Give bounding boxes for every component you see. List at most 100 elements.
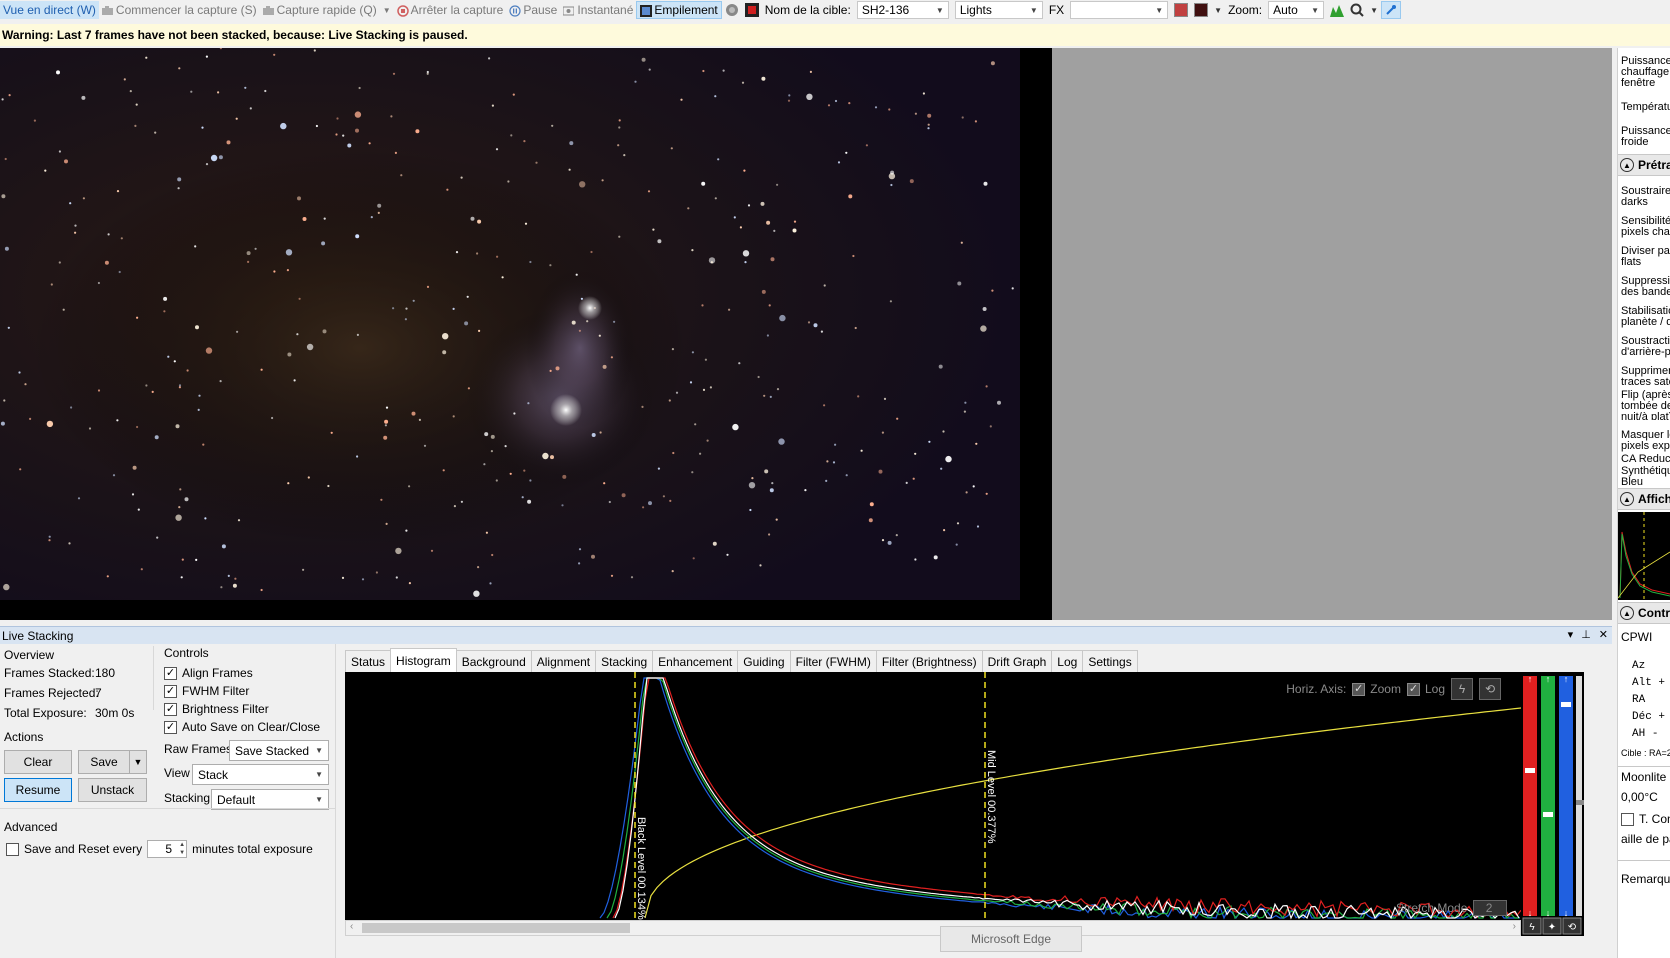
frame-type-combo[interactable]: Lights ▼ — [954, 1, 1043, 19]
dropdown-icon[interactable]: ▾ — [1568, 628, 1574, 641]
star — [787, 99, 791, 102]
tab-stacking[interactable]: Stacking — [595, 650, 654, 672]
fx-combo[interactable]: ▼ — [1070, 1, 1169, 19]
color-swatch-icon[interactable] — [1174, 3, 1189, 17]
brightness-filter-checkbox[interactable]: ✓ Brightness Filter — [164, 700, 320, 718]
stop-capture-label: Arrêter la capture — [410, 3, 504, 17]
spinner-icon[interactable]: ▲ ▼ — [179, 841, 185, 857]
star — [748, 482, 756, 489]
chevron-down-icon[interactable]: ▼ — [1211, 1, 1225, 19]
target-icon[interactable] — [722, 1, 742, 19]
star — [972, 485, 975, 488]
save-reset-checkbox[interactable] — [6, 842, 19, 856]
arrow-up-icon[interactable]: ↑ — [1546, 674, 1551, 684]
snapshot-button[interactable]: Instantané — [560, 1, 636, 19]
pin-icon[interactable]: ⊥ — [1581, 628, 1591, 641]
histogram-scrollbar[interactable]: ‹ › — [345, 920, 1521, 936]
tab-filter-fwhm[interactable]: Filter (FWHM) — [789, 650, 877, 672]
tab-log[interactable]: Log — [1051, 650, 1084, 672]
tab-settings[interactable]: Settings — [1082, 650, 1138, 672]
star — [914, 112, 918, 115]
log-checkbox[interactable]: ✓ Log — [1406, 682, 1445, 696]
close-icon[interactable]: ✕ — [1599, 628, 1608, 641]
clear-button[interactable]: Clear — [4, 750, 72, 774]
green-handle[interactable] — [1543, 812, 1553, 817]
star — [307, 476, 310, 479]
quick-capture-button[interactable]: Capture rapide (Q) — [260, 1, 380, 19]
scrollbar-thumb[interactable] — [362, 923, 630, 933]
master-handle[interactable] — [1576, 800, 1584, 805]
raw-frames-dropdown[interactable]: Save Stacked ▼ — [229, 740, 329, 761]
reset-icon[interactable]: ⟲ — [1479, 678, 1501, 700]
live-view-button[interactable]: Vue en direct (W) — [0, 1, 99, 19]
check-icon[interactable]: ✓ — [164, 703, 177, 717]
scroll-left-icon[interactable]: ‹ — [350, 921, 353, 932]
arrow-up-icon[interactable]: ↑ — [1528, 674, 1533, 684]
temp-comp-checkbox[interactable]: T. Con — [1621, 812, 1670, 827]
capture-dropdown-icon[interactable]: ▼ — [380, 1, 394, 19]
tab-status[interactable]: Status — [345, 650, 392, 672]
unstack-button[interactable]: Unstack — [78, 778, 147, 802]
blue-slider[interactable] — [1559, 676, 1573, 916]
red-slider[interactable] — [1523, 676, 1537, 916]
zoom-combo[interactable]: Auto ▼ — [1268, 1, 1325, 19]
star — [18, 371, 21, 374]
record-icon[interactable] — [742, 1, 762, 19]
pause-button[interactable]: Pause — [506, 1, 560, 19]
tab-alignment[interactable]: Alignment — [530, 650, 597, 672]
histogram-chart[interactable]: Black Level 00.134% Mid Level 00.377% Hor… — [345, 672, 1521, 920]
resume-button[interactable]: Resume — [4, 778, 72, 802]
section-control[interactable]: ▲ Contr — [1618, 602, 1670, 624]
save-reset-spinner[interactable]: 5 ▲ ▼ — [147, 840, 188, 858]
checkbox[interactable] — [1621, 813, 1634, 827]
align-frames-checkbox[interactable]: ✓ Align Frames — [164, 664, 320, 682]
tab-enhancement[interactable]: Enhancement — [652, 650, 739, 672]
save-dropdown-icon[interactable]: ▼ — [129, 750, 147, 774]
master-slider[interactable] — [1576, 676, 1582, 916]
star — [714, 197, 717, 200]
check-icon[interactable]: ✓ — [1406, 682, 1420, 696]
tab-background[interactable]: Background — [455, 650, 532, 672]
tab-filter-brightness[interactable]: Filter (Brightness) — [875, 650, 983, 672]
arrow-up-icon[interactable]: ↑ — [1564, 674, 1569, 684]
crosshair-icon[interactable] — [1194, 3, 1209, 17]
frame-type-value: Lights — [959, 3, 992, 17]
check-icon[interactable]: ✓ — [164, 685, 177, 699]
check-icon[interactable]: ✓ — [164, 667, 177, 681]
pin-icon[interactable] — [1381, 1, 1402, 19]
save-button[interactable]: Save — [78, 750, 130, 774]
auto-stretch-icon[interactable]: ϟ — [1451, 678, 1473, 700]
target-name-combo[interactable]: SH2-136 ▼ — [856, 1, 949, 19]
green-slider[interactable] — [1541, 676, 1555, 916]
tab-histogram[interactable]: Histogram — [390, 648, 457, 672]
tab-guiding[interactable]: Guiding — [737, 650, 791, 672]
arrow-down-icon[interactable]: ↓ — [1528, 908, 1533, 918]
check-icon[interactable]: ✓ — [164, 721, 177, 735]
start-capture-button[interactable]: Commencer la capture (S) — [99, 1, 260, 19]
stop-capture-button[interactable]: Arrêter la capture — [394, 1, 507, 19]
star — [145, 384, 148, 387]
stacking-button[interactable]: Empilement — [636, 1, 722, 19]
red-handle[interactable] — [1525, 768, 1535, 773]
auto-save-checkbox[interactable]: ✓ Auto Save on Clear/Close — [164, 718, 320, 736]
zoom-checkbox[interactable]: ✓ Zoom — [1352, 682, 1401, 696]
scroll-right-icon[interactable]: › — [1513, 921, 1516, 932]
arrow-down-icon[interactable]: ↓ — [1546, 908, 1551, 918]
check-icon[interactable]: ✓ — [1352, 682, 1366, 696]
blue-handle[interactable] — [1561, 702, 1571, 707]
tab-drift-graph[interactable]: Drift Graph — [981, 650, 1053, 672]
stretch-mode-spinner[interactable]: 2 — [1473, 900, 1508, 916]
mid-level-label: Mid Level 00.377% — [985, 750, 997, 844]
histogram-icon[interactable] — [1327, 1, 1347, 19]
arrow-down-icon[interactable]: ↓ — [1564, 908, 1569, 918]
live-stack-image[interactable] — [0, 48, 1052, 620]
section-display[interactable]: ▲ Affich — [1618, 488, 1670, 510]
stacking-dropdown[interactable]: Default ▼ — [211, 789, 329, 810]
magnifier-icon[interactable] — [1347, 1, 1367, 19]
star — [732, 423, 739, 431]
star — [315, 124, 318, 128]
view-dropdown[interactable]: Stack ▼ — [192, 764, 329, 785]
fwhm-filter-checkbox[interactable]: ✓ FWHM Filter — [164, 682, 320, 700]
chevron-down-icon[interactable]: ▼ — [1367, 1, 1381, 19]
section-pretreatment[interactable]: ▲ Prétra — [1618, 154, 1670, 176]
